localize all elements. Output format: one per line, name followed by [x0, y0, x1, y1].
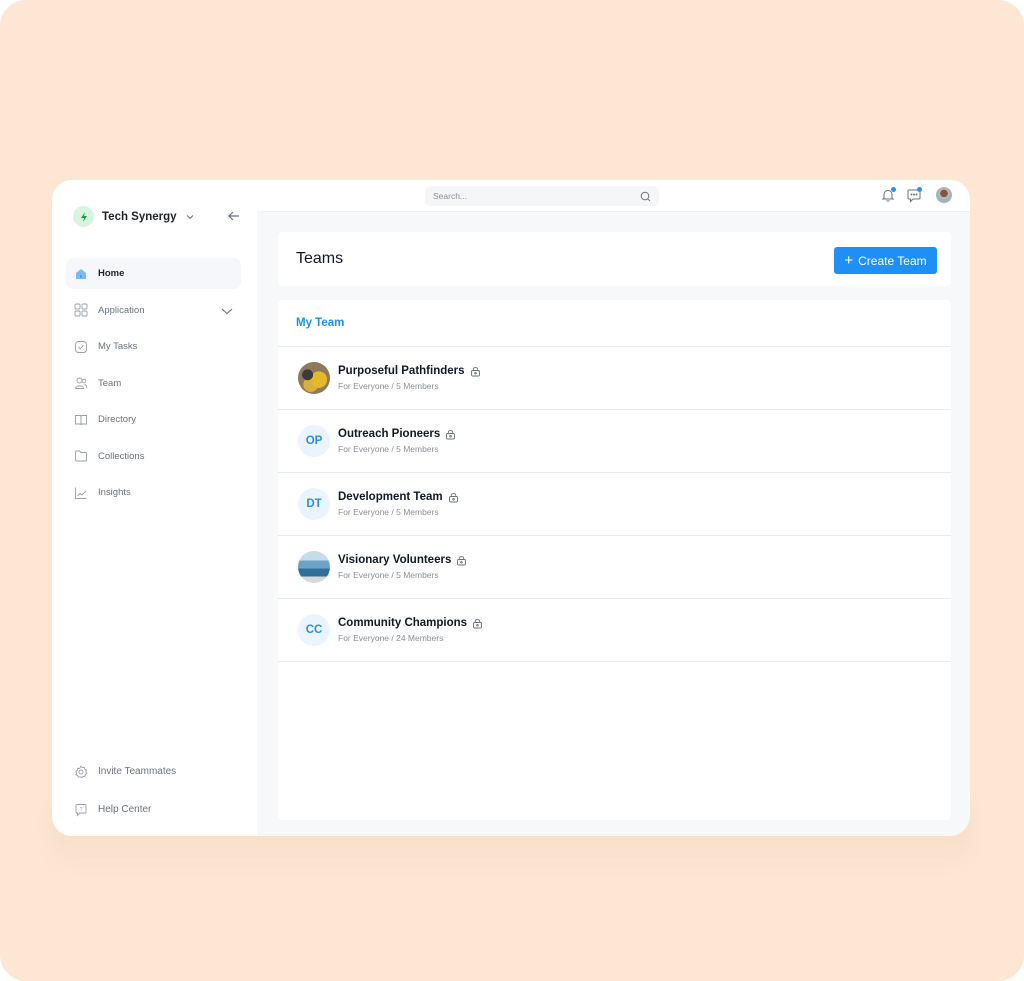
lock-icon: [446, 429, 456, 439]
lock-icon: [457, 555, 467, 565]
invite-teammates-label: Invite Teammates: [98, 766, 177, 777]
sidebar-nav: Home Application My Tasks Team Directory…: [66, 258, 241, 514]
sidebar-item-collections[interactable]: Collections: [66, 441, 241, 472]
svg-text:?: ?: [80, 807, 83, 813]
chevron-down-icon[interactable]: [221, 305, 233, 317]
home-icon: [74, 267, 88, 281]
sidebar-item-my-tasks[interactable]: My Tasks: [66, 331, 241, 362]
help-chat-icon: ?: [74, 803, 88, 817]
sidebar-item-label: Team: [98, 377, 122, 389]
help-center-link[interactable]: ? Help Center: [66, 794, 241, 825]
bolt-logo-icon: [73, 206, 94, 227]
create-team-button[interactable]: + Create Team: [834, 247, 937, 274]
section-title-my-team: My Team: [278, 300, 951, 347]
team-initials-avatar: CC: [298, 614, 330, 646]
sidebar-bottom-nav: Invite Teammates ? Help Center: [66, 756, 241, 832]
lock-icon: [470, 366, 480, 376]
grid-icon: [74, 303, 88, 317]
sidebar-item-label: Home: [98, 268, 125, 279]
chart-icon: [74, 486, 88, 500]
notifications-button[interactable]: [880, 187, 896, 203]
sidebar-item-label: Directory: [98, 414, 137, 425]
sidebar-item-label: My Tasks: [98, 341, 138, 352]
message-badge: [917, 187, 922, 192]
top-bar: [257, 180, 970, 212]
checkbox-icon: [74, 340, 88, 354]
users-icon: [74, 376, 88, 390]
create-team-label: Create Team: [858, 253, 927, 268]
sidebar-item-team[interactable]: Team: [66, 368, 241, 399]
team-meta: For Everyone / 24 Members: [338, 633, 444, 643]
team-row[interactable]: CC Community Champions For Everyone / 24…: [278, 599, 951, 662]
team-name: Outreach Pioneers: [338, 428, 441, 440]
collapse-sidebar-arrow-icon[interactable]: [227, 209, 241, 223]
team-meta: For Everyone / 5 Members: [338, 507, 439, 517]
sidebar-item-insights[interactable]: Insights: [66, 477, 241, 508]
sidebar-item-directory[interactable]: Directory: [66, 404, 241, 435]
search-icon[interactable]: [640, 191, 651, 202]
sidebar-item-label: Application: [98, 304, 145, 316]
sidebar-item-application[interactable]: Application: [66, 295, 241, 326]
workspace-switcher[interactable]: Tech Synergy: [73, 206, 195, 227]
team-row[interactable]: OP Outreach Pioneers For Everyone / 5 Me…: [278, 410, 951, 473]
search-box: [425, 186, 659, 206]
team-list: My Team Purposeful Pathfinders For Every…: [278, 300, 951, 820]
messages-button[interactable]: [906, 187, 922, 203]
team-row[interactable]: DT Development Team For Everyone / 5 Mem…: [278, 473, 951, 536]
team-name: Visionary Volunteers: [338, 554, 452, 566]
team-name: Community Champions: [338, 617, 468, 629]
team-meta: For Everyone / 5 Members: [338, 381, 439, 391]
sidebar-item-label: Insights: [98, 487, 131, 498]
top-bar-actions: [870, 187, 952, 203]
search-input[interactable]: [433, 191, 640, 201]
lock-icon: [473, 618, 483, 628]
page-title: Teams: [296, 250, 344, 267]
team-row[interactable]: Purposeful Pathfinders For Everyone / 5 …: [278, 347, 951, 410]
team-photo-avatar: [298, 551, 330, 583]
team-name: Purposeful Pathfinders: [338, 365, 465, 377]
plus-icon: +: [844, 252, 854, 269]
team-name: Development Team: [338, 491, 443, 503]
sidebar-item-label: Collections: [98, 450, 145, 462]
sidebar-item-home[interactable]: Home: [66, 258, 241, 289]
book-icon: [74, 413, 88, 427]
chevron-down-icon: [186, 214, 193, 219]
team-meta: For Everyone / 5 Members: [338, 570, 439, 580]
lock-icon: [448, 492, 458, 502]
team-initials-avatar: OP: [298, 425, 330, 457]
folder-icon: [74, 449, 88, 463]
user-avatar[interactable]: [936, 187, 952, 203]
page-header: Teams + Create Team: [278, 232, 951, 286]
team-photo-avatar: [298, 362, 330, 394]
notification-badge: [891, 187, 896, 192]
workspace-name: Tech Synergy: [102, 210, 177, 223]
sidebar: Tech Synergy Home Application My Tasks T…: [52, 180, 257, 836]
team-meta: For Everyone / 5 Members: [338, 444, 439, 454]
gear-icon: [74, 764, 88, 779]
help-center-label: Help Center: [98, 804, 152, 815]
team-initials-avatar: DT: [298, 488, 330, 520]
app-window: Tech Synergy Home Application My Tasks T…: [52, 180, 970, 836]
invite-teammates-link[interactable]: Invite Teammates: [66, 756, 241, 787]
team-row[interactable]: Visionary Volunteers For Everyone / 5 Me…: [278, 536, 951, 599]
